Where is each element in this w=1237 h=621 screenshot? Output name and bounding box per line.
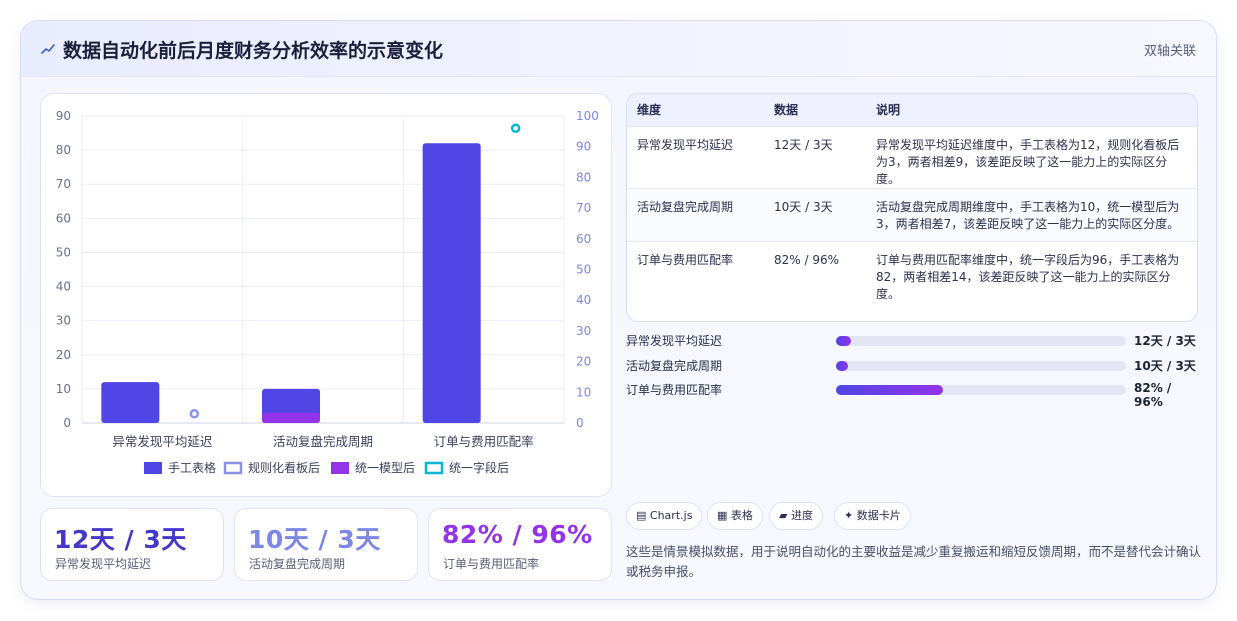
progress-label: 订单与费用匹配率 [626, 383, 723, 397]
kpi-value: 10天 / 3天 [248, 525, 381, 554]
kpi-label: 订单与费用匹配率 [443, 557, 540, 571]
progress-value: 10天 / 3天 [1134, 359, 1196, 373]
x-tick-label: 活动复盘完成周期 [273, 434, 373, 449]
chip-label: 数据卡片 [856, 509, 901, 522]
bar [422, 143, 481, 423]
y-left-tick-label: 0 [63, 416, 71, 430]
kpi-card-match-rate: 82% / 96% 订单与费用匹配率 [428, 508, 612, 581]
kpi-label: 活动复盘完成周期 [249, 557, 346, 571]
legend-label: 手工表格 [168, 460, 216, 475]
x-tick-label: 异常发现平均延迟 [112, 434, 213, 449]
progress-fill [836, 361, 848, 371]
progress-value: 82% / 96% [1134, 381, 1172, 409]
kpi-label: 异常发现平均延迟 [55, 557, 152, 571]
data-point [510, 123, 521, 134]
chip-label: 表格 [730, 509, 753, 522]
y-right-tick-label: 40 [576, 293, 591, 307]
table-cell: 10天 / 3天 [774, 199, 833, 214]
trend-line-icon [41, 44, 55, 54]
legend-label: 统一模型后 [355, 461, 415, 475]
progress-label: 活动复盘完成周期 [626, 359, 723, 373]
legend-swatch [424, 461, 444, 475]
x-tick-label: 订单与费用匹配率 [434, 434, 534, 449]
column-header-description: 说明 [876, 103, 901, 118]
progress-icon: ▰ [779, 509, 788, 522]
y-right-tick-label: 0 [576, 416, 584, 430]
y-right-tick-label: 100 [576, 109, 599, 123]
y-right-tick-label: 50 [576, 263, 591, 277]
bar [101, 382, 160, 423]
kpi-card-anomaly-delay: 12天 / 3天 异常发现平均延迟 [40, 508, 224, 581]
legend-swatch [331, 462, 349, 474]
footnote: 这些是情景模拟数据，用于说明自动化的主要收益是减少重复搬运和缩短反馈周期，而不是… [626, 544, 1202, 579]
progress-row-review-cycle: 活动复盘完成周期 10天 / 3天 [626, 356, 1198, 374]
table-row: 订单与费用匹配率 82% / 96% 订单与费用匹配率维度中，统一字段后为96，… [627, 241, 1197, 311]
kpi-value: 82% / 96% [442, 520, 593, 549]
column-header-dimension: 维度 [637, 103, 662, 118]
y-left-tick-label: 50 [56, 245, 71, 259]
column-header-data: 数据 [774, 103, 799, 118]
chart-icon: ▤ [636, 509, 647, 522]
table-cell: 12天 / 3天 [774, 137, 833, 152]
y-left-tick-label: 30 [56, 314, 71, 328]
page-title: 数据自动化前后月度财务分析效率的示意变化 [63, 40, 444, 62]
table-icon: ▦ [717, 509, 728, 522]
bar [262, 412, 320, 423]
progress-row-match-rate: 订单与费用匹配率 82% / 96% [626, 380, 1198, 409]
y-left-tick-label: 20 [56, 348, 71, 362]
dashboard-card: 数据自动化前后月度财务分析效率的示意变化 双轴关联 0 10 20 30 40 50 60 7… [20, 20, 1217, 600]
y-right-tick-label: 80 [576, 170, 591, 184]
table-cell: 82% / 96% [774, 252, 840, 267]
progress-fill [836, 336, 851, 346]
y-right-tick-label: 20 [576, 355, 591, 369]
data-table: 维度 数据 说明 异常发现平均延迟 12天 / 3天 异常发现平均延迟维度中，手… [626, 93, 1198, 322]
table-header-row: 维度 数据 说明 [627, 94, 1197, 126]
y-left-tick-label: 70 [56, 177, 71, 191]
chip-table[interactable]: ▦ 表格 [707, 502, 763, 530]
dual-axis-badge: 双轴关联 [1143, 44, 1196, 59]
y-left-tick-label: 60 [56, 211, 71, 225]
chip-data-card[interactable]: ✦ 数据卡片 [834, 502, 911, 530]
chip-progress[interactable]: ▰ 进度 [769, 502, 823, 530]
progress-value: 12天 / 3天 [1134, 334, 1196, 348]
y-right-tick-label: 90 [576, 140, 591, 154]
bar-chart: 0 10 20 30 40 50 60 70 80 90 0 10 20 30 40 50 60 70 80 90 10… [56, 109, 599, 475]
progress-label: 异常发现平均延迟 [626, 334, 723, 348]
y-right-tick-label: 30 [576, 324, 591, 338]
chip-label: Chart.js [649, 509, 693, 522]
legend-label: 统一字段后 [449, 460, 509, 475]
progress-row-anomaly-delay: 异常发现平均延迟 12天 / 3天 [626, 331, 1198, 349]
table-cell: 活动复盘完成周期 [637, 199, 734, 214]
y-left-tick-label: 10 [56, 382, 71, 396]
table-cell: 活动复盘完成周期维度中，手工表格为10，统一模型后为3，两者相差7，该差距反映了… [876, 199, 1180, 231]
table-row: 异常发现平均延迟 12天 / 3天 异常发现平均延迟维度中，手工表格为12，规则… [627, 126, 1197, 188]
progress-track [836, 385, 1126, 395]
kpi-card-review-cycle: 10天 / 3天 活动复盘完成周期 [234, 508, 418, 581]
y-left-tick-label: 40 [56, 280, 71, 294]
kpi-value: 12天 / 3天 [54, 525, 187, 554]
legend-swatch [223, 461, 243, 475]
chip-label: 进度 [790, 509, 813, 522]
data-point [189, 409, 200, 419]
sparkle-icon: ✦ [844, 509, 854, 522]
chip-chartjs[interactable]: ▤ Chart.js [626, 502, 703, 530]
legend-swatch [144, 462, 162, 474]
progress-fill [836, 385, 944, 395]
card-header: 数据自动化前后月度财务分析效率的示意变化 双轴关联 [21, 21, 1216, 77]
y-right-tick-label: 60 [576, 232, 591, 246]
y-right-tick-label: 70 [576, 201, 591, 215]
table-cell: 订单与费用匹配率维度中，统一字段后为96，手工表格为82，两者相差14，该差距反… [876, 252, 1180, 301]
table-cell: 订单与费用匹配率 [637, 252, 734, 267]
y-left-tick-label: 80 [56, 143, 71, 157]
table-cell: 异常发现平均延迟维度中，手工表格为12，规则化看板后为3，两者相差9，该差距反映… [876, 137, 1180, 186]
y-right-tick-label: 10 [576, 385, 591, 399]
y-left-tick-label: 90 [56, 109, 71, 123]
table-cell: 异常发现平均延迟 [637, 137, 734, 152]
table-row: 活动复盘完成周期 10天 / 3天 活动复盘完成周期维度中，手工表格为10，统一… [627, 188, 1197, 241]
chart-panel: 0 10 20 30 40 50 60 70 80 90 0 10 20 30 40 50 60 70 80 90 10… [40, 93, 612, 497]
legend-label: 规则化看板后 [248, 460, 320, 475]
progress-track [836, 361, 1126, 371]
progress-track [836, 336, 1126, 346]
